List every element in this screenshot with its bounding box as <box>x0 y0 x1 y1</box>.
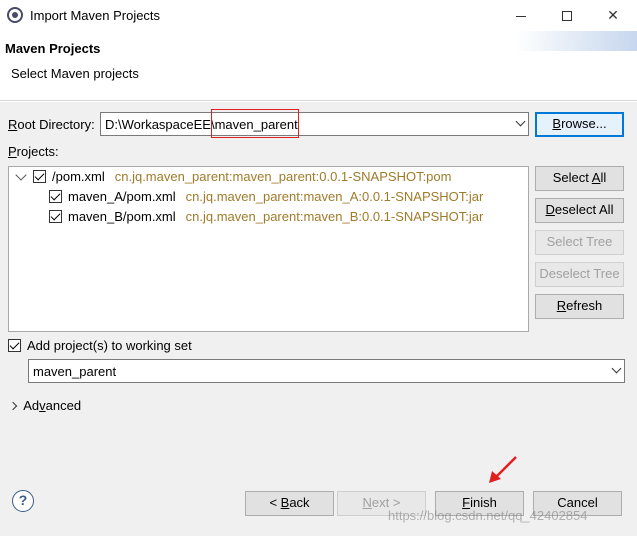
project-checkbox[interactable] <box>33 170 46 183</box>
back-button[interactable]: < Back <box>245 491 334 516</box>
projects-tree[interactable]: /pom.xml cn.jq.maven_parent:maven_parent:… <box>8 166 529 332</box>
tree-row[interactable]: maven_B/pom.xml cn.jq.maven_parent:maven_… <box>49 209 483 229</box>
project-checkbox[interactable] <box>49 210 62 223</box>
project-name: maven_B/pom.xml <box>68 209 176 224</box>
browse-button[interactable]: Browse... <box>535 112 624 137</box>
working-set-value: maven_parent <box>33 364 117 379</box>
projects-label: Projects: <box>8 144 59 159</box>
wizard-content: Root Directory: D:\WorkaspaceEE\maven_pa… <box>0 102 637 536</box>
watermark-text: https://blog.csdn.net/qq_42402854 <box>388 508 588 523</box>
working-set-checkbox[interactable] <box>8 339 21 352</box>
select-tree-button[interactable]: Select Tree <box>535 230 624 255</box>
close-icon: ✕ <box>607 7 619 23</box>
refresh-button[interactable]: Refresh <box>535 294 624 319</box>
eclipse-icon <box>7 7 23 23</box>
deselect-all-button[interactable]: Deselect All <box>535 198 624 223</box>
project-checkbox[interactable] <box>49 190 62 203</box>
project-name: /pom.xml <box>52 169 105 184</box>
working-set-label: Add project(s) to working set <box>27 338 192 353</box>
tree-row[interactable]: /pom.xml cn.jq.maven_parent:maven_parent:… <box>15 169 452 189</box>
tree-row[interactable]: maven_A/pom.xml cn.jq.maven_parent:maven_… <box>49 189 483 209</box>
project-gav: cn.jq.maven_parent:maven_B:0.0.1-SNAPSHO… <box>185 209 484 224</box>
project-gav: cn.jq.maven_parent:maven_A:0.0.1-SNAPSHO… <box>185 189 484 204</box>
deselect-tree-button[interactable]: Deselect Tree <box>535 262 624 287</box>
wizard-banner: Maven Projects Select Maven projects <box>0 31 637 101</box>
advanced-expander[interactable]: Advanced <box>8 398 81 413</box>
chevron-right-icon <box>8 401 18 411</box>
select-all-button[interactable]: Select All <box>535 166 624 191</box>
working-set-toggle[interactable]: Add project(s) to working set <box>8 338 192 353</box>
working-set-select[interactable]: maven_parent <box>28 359 625 383</box>
chevron-down-icon[interactable] <box>515 116 526 128</box>
help-icon[interactable]: ? <box>12 490 34 512</box>
banner-title: Maven Projects <box>5 41 101 56</box>
window-title: Import Maven Projects <box>30 8 161 23</box>
chevron-down-icon[interactable] <box>611 363 622 375</box>
project-name: maven_A/pom.xml <box>68 189 176 204</box>
root-directory-label: Root Directory: <box>8 117 95 132</box>
banner-subtitle: Select Maven projects <box>11 66 139 81</box>
annotation-arrow-icon <box>489 456 517 483</box>
close-button[interactable]: ✕ <box>590 0 636 31</box>
banner-graphic <box>517 31 637 51</box>
project-gav: cn.jq.maven_parent:maven_parent:0.0.1-SN… <box>114 169 452 184</box>
minimize-icon <box>516 15 526 17</box>
annotation-highlight-box <box>211 109 299 138</box>
title-bar: Import Maven Projects ✕ <box>0 0 637 31</box>
maximize-button[interactable] <box>544 0 590 31</box>
expand-chevron-icon[interactable] <box>15 169 27 181</box>
maximize-icon <box>562 11 572 22</box>
root-directory-input[interactable]: D:\WorkaspaceEE\maven_parent <box>100 112 529 136</box>
minimize-button[interactable] <box>498 0 544 31</box>
